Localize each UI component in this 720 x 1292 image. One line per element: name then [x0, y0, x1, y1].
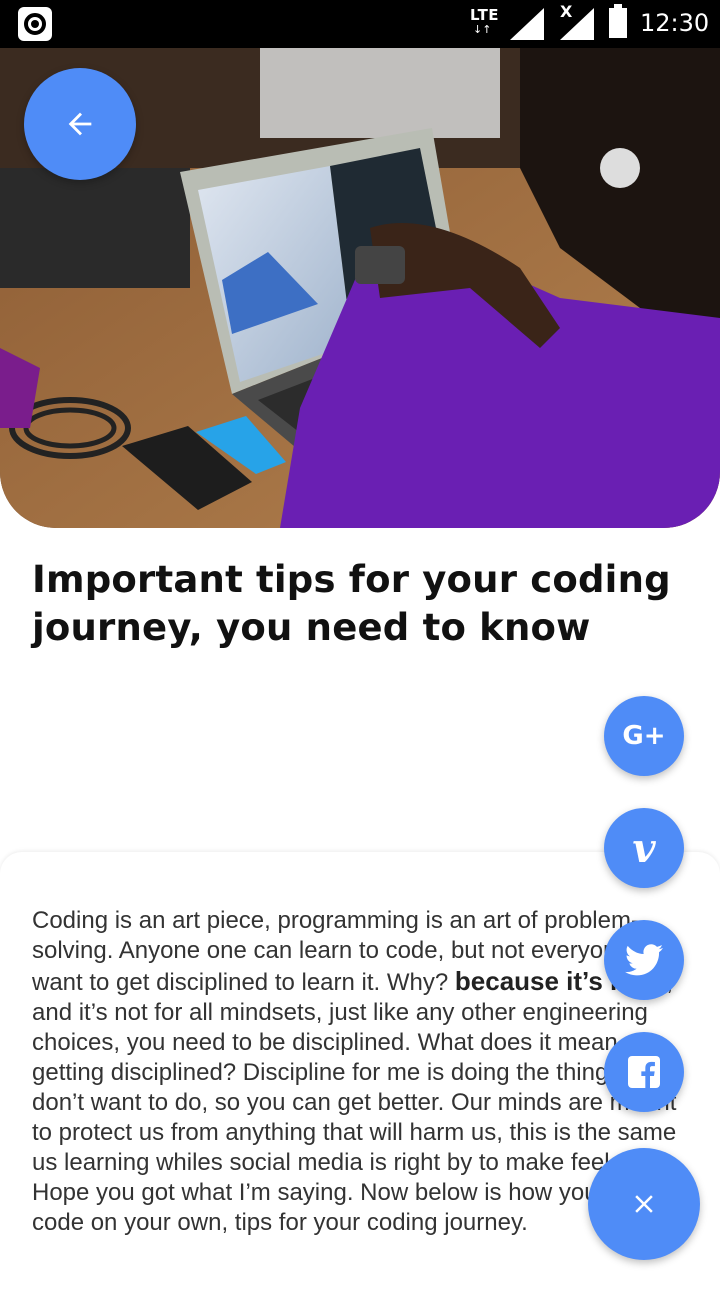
arrow-back-icon: [68, 112, 92, 136]
google-plus-icon: G+: [622, 721, 666, 751]
article-body-end: , and it’s not for all mindsets, just li…: [32, 969, 684, 1236]
facebook-icon: [628, 1056, 660, 1088]
status-bar: LTE ↓↑ X 12:30: [0, 0, 720, 48]
network-type: LTE: [470, 6, 500, 24]
back-button[interactable]: [24, 68, 136, 180]
twitter-share-button[interactable]: [604, 920, 684, 1000]
data-activity-icon: ↓↑: [473, 23, 492, 36]
battery-icon: [609, 4, 627, 38]
signal-icon-2: [560, 8, 594, 40]
vimeo-share-button[interactable]: v: [604, 808, 684, 888]
close-share-menu-button[interactable]: [588, 1148, 700, 1260]
clock: 12:30: [640, 9, 710, 37]
facebook-share-button[interactable]: [604, 1032, 684, 1112]
vimeo-icon: v: [632, 824, 656, 872]
article-title: Important tips for your coding journey, …: [32, 558, 671, 649]
twitter-icon: [625, 944, 663, 976]
signal-icon: [510, 8, 544, 40]
app-notification-icon: [18, 7, 52, 41]
close-icon: [635, 1195, 653, 1213]
google-plus-share-button[interactable]: G+: [604, 696, 684, 776]
